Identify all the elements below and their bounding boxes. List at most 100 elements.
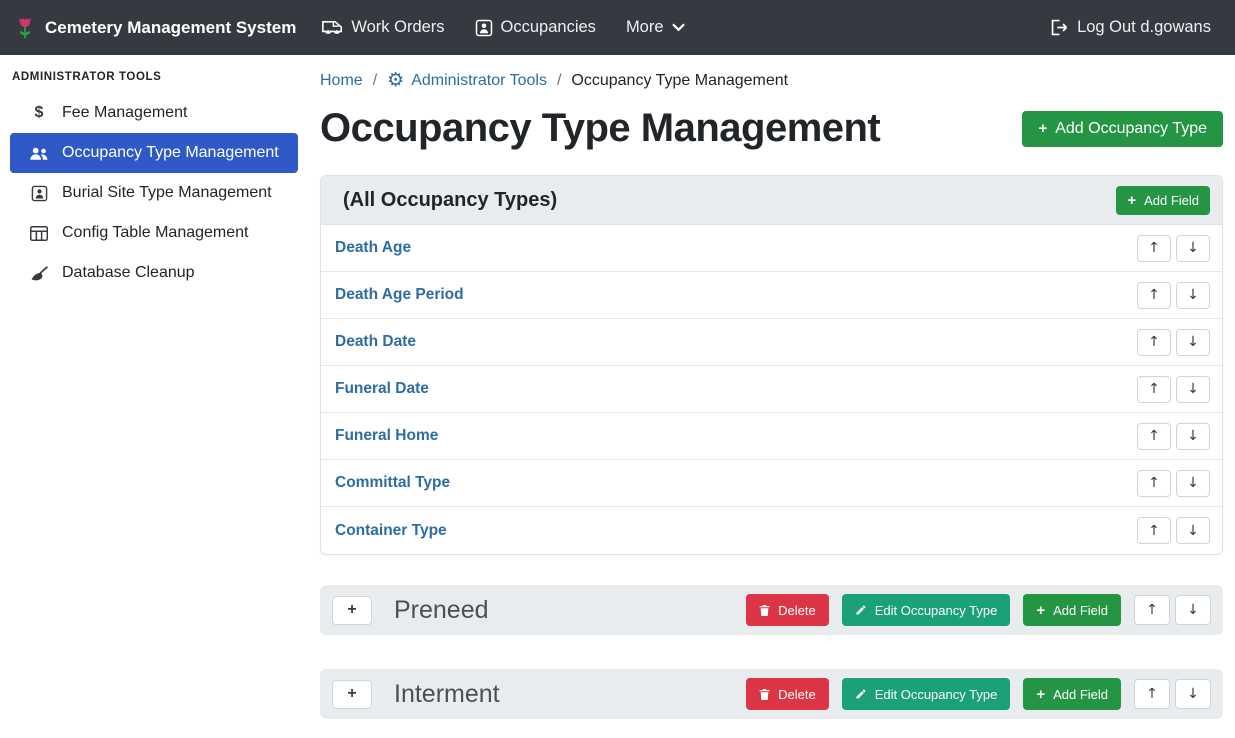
gear-icon: ⚙ — [387, 71, 404, 90]
move-up-button[interactable]: ↑ — [1137, 517, 1171, 544]
move-up-button[interactable]: ↑ — [1134, 595, 1170, 625]
expand-button[interactable]: + — [332, 680, 372, 709]
sidebar-item-label: Fee Management — [62, 104, 187, 122]
move-down-button[interactable]: ↓ — [1175, 679, 1211, 709]
broom-icon — [28, 266, 50, 281]
move-up-button[interactable]: ↑ — [1137, 423, 1171, 450]
table-icon — [28, 226, 50, 241]
add-occupancy-type-label: Add Occupancy Type — [1055, 120, 1207, 138]
occupancy-type-section-preneed: + Preneed Delete Edit Occupancy Type + — [320, 585, 1223, 635]
move-up-button[interactable]: ↑ — [1137, 470, 1171, 497]
reorder-controls: ↑ ↓ — [1137, 517, 1210, 544]
edit-occupancy-type-button[interactable]: Edit Occupancy Type — [842, 594, 1011, 626]
plus-icon: + — [1038, 121, 1047, 136]
top-navbar: Cemetery Management System Work Orders — [0, 0, 1235, 55]
nav-work-orders-label: Work Orders — [351, 18, 444, 37]
flower-logo-icon — [14, 16, 36, 40]
breadcrumb-separator: / — [373, 72, 377, 90]
field-link-funeral-date[interactable]: Funeral Date — [335, 380, 429, 398]
add-field-button[interactable]: + Add Field — [1116, 186, 1210, 215]
plus-icon: + — [1036, 687, 1045, 702]
move-up-button[interactable]: ↑ — [1137, 282, 1171, 309]
trash-icon — [759, 688, 770, 701]
move-up-button[interactable]: ↑ — [1137, 235, 1171, 262]
move-down-button[interactable]: ↓ — [1175, 595, 1211, 625]
move-down-button[interactable]: ↓ — [1176, 376, 1210, 403]
move-up-button[interactable]: ↑ — [1137, 376, 1171, 403]
field-row: Funeral Home ↑ ↓ — [321, 413, 1222, 460]
breadcrumb: Home / ⚙ Administrator Tools / Occupancy… — [320, 71, 1223, 90]
field-link-death-age-period[interactable]: Death Age Period — [335, 286, 464, 304]
reorder-controls: ↑ ↓ — [1137, 376, 1210, 403]
field-row: Death Age ↑ ↓ — [321, 225, 1222, 272]
nav-occupancies[interactable]: Occupancies — [475, 18, 596, 37]
sidebar-item-burial-site-type-management[interactable]: Burial Site Type Management — [10, 173, 298, 213]
nav-more[interactable]: More — [626, 18, 685, 37]
burial-site-icon — [28, 185, 50, 202]
plus-icon: + — [1127, 193, 1136, 208]
move-up-button[interactable]: ↑ — [1134, 679, 1170, 709]
field-link-death-age[interactable]: Death Age — [335, 239, 411, 257]
plus-icon: + — [1036, 603, 1045, 618]
field-link-funeral-home[interactable]: Funeral Home — [335, 427, 438, 445]
edit-occupancy-type-button[interactable]: Edit Occupancy Type — [842, 678, 1011, 710]
nav-more-label: More — [626, 18, 664, 37]
reorder-controls: ↑ ↓ — [1137, 282, 1210, 309]
move-up-button[interactable]: ↑ — [1137, 329, 1171, 356]
add-field-button[interactable]: + Add Field — [1023, 594, 1121, 626]
reorder-controls: ↑ ↓ — [1137, 470, 1210, 497]
page-title: Occupancy Type Management — [320, 106, 880, 151]
logout-button[interactable]: Log Out d.gowans — [1050, 18, 1211, 37]
section-title: Interment — [394, 680, 500, 709]
occupancy-type-section-interment: + Interment Delete Edit Occupancy Type + — [320, 669, 1223, 719]
brand[interactable]: Cemetery Management System — [14, 16, 296, 40]
move-down-button[interactable]: ↓ — [1176, 329, 1210, 356]
delete-label: Delete — [778, 687, 816, 702]
sidebar-item-database-cleanup[interactable]: Database Cleanup — [10, 253, 298, 293]
expand-button[interactable]: + — [332, 596, 372, 625]
field-row: Death Age Period ↑ ↓ — [321, 272, 1222, 319]
delete-button[interactable]: Delete — [746, 678, 829, 710]
move-down-button[interactable]: ↓ — [1176, 282, 1210, 309]
move-down-button[interactable]: ↓ — [1176, 517, 1210, 544]
pencil-icon — [855, 604, 867, 616]
add-field-label: Add Field — [1144, 193, 1199, 208]
move-down-button[interactable]: ↓ — [1176, 470, 1210, 497]
field-row: Death Date ↑ ↓ — [321, 319, 1222, 366]
sidebar-item-label: Config Table Management — [62, 224, 249, 242]
move-down-button[interactable]: ↓ — [1176, 423, 1210, 450]
breadcrumb-admin-tools-link[interactable]: ⚙ Administrator Tools — [387, 71, 547, 90]
edit-occupancy-type-label: Edit Occupancy Type — [875, 603, 998, 618]
field-link-death-date[interactable]: Death Date — [335, 333, 416, 351]
vehicle-icon — [322, 20, 343, 35]
field-link-container-type[interactable]: Container Type — [335, 522, 447, 540]
nav-occupancies-label: Occupancies — [501, 18, 596, 37]
section-title: Preneed — [394, 596, 489, 625]
reorder-controls: ↑ ↓ — [1137, 329, 1210, 356]
sidebar-item-config-table-management[interactable]: Config Table Management — [10, 213, 298, 253]
breadcrumb-home-link[interactable]: Home — [320, 72, 363, 90]
trash-icon — [759, 604, 770, 617]
breadcrumb-admin-tools-label: Administrator Tools — [411, 72, 547, 90]
dollar-icon: $ — [28, 104, 50, 122]
delete-label: Delete — [778, 603, 816, 618]
field-row: Committal Type ↑ ↓ — [321, 460, 1222, 507]
field-link-committal-type[interactable]: Committal Type — [335, 474, 450, 492]
move-down-button[interactable]: ↓ — [1176, 235, 1210, 262]
section-actions: Delete Edit Occupancy Type + Add Field ↑… — [746, 678, 1211, 710]
sidebar-item-occupancy-type-management[interactable]: Occupancy Type Management — [10, 133, 298, 173]
sidebar-heading: Administrator Tools — [10, 69, 298, 93]
add-field-button[interactable]: + Add Field — [1023, 678, 1121, 710]
section-actions: Delete Edit Occupancy Type + Add Field ↑… — [746, 594, 1211, 626]
sidebar-item-fee-management[interactable]: $ Fee Management — [10, 93, 298, 133]
sidebar-item-label: Burial Site Type Management — [62, 184, 272, 202]
nav-work-orders[interactable]: Work Orders — [322, 18, 444, 37]
reorder-controls: ↑ ↓ — [1137, 235, 1210, 262]
add-occupancy-type-button[interactable]: + Add Occupancy Type — [1022, 111, 1223, 147]
breadcrumb-current: Occupancy Type Management — [571, 72, 788, 90]
all-occupancy-types-card: (All Occupancy Types) + Add Field Death … — [320, 175, 1223, 555]
reorder-controls: ↑ ↓ — [1137, 423, 1210, 450]
delete-button[interactable]: Delete — [746, 594, 829, 626]
brand-title: Cemetery Management System — [45, 18, 296, 38]
edit-occupancy-type-label: Edit Occupancy Type — [875, 687, 998, 702]
